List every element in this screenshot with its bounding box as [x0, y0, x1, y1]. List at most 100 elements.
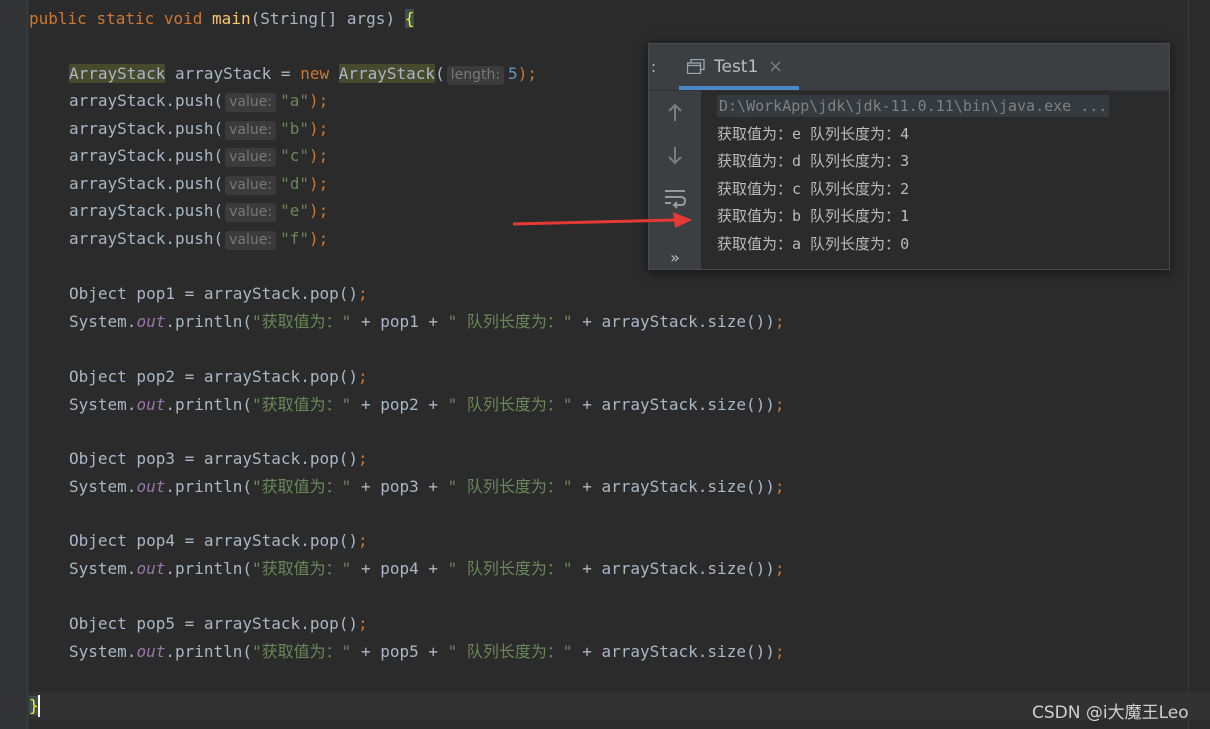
code-line-pop[interactable]: Object pop1 = arrayStack.pop(); — [69, 283, 368, 305]
semicolon: ; — [357, 284, 368, 303]
string-literal: " 队列长度为：" — [447, 559, 573, 578]
console-output-line: 获取值为：d 队列长度为：3 — [717, 152, 910, 170]
string-literal: "获取值为：" — [252, 477, 352, 496]
console-output-line: 获取值为：b 队列长度为：1 — [717, 207, 910, 225]
code-line-push[interactable]: arrayStack.push(value: "b"); — [69, 118, 328, 140]
header-label-fragment: : — [651, 58, 657, 76]
code-line-push[interactable]: arrayStack.push(value: "c"); — [69, 145, 328, 167]
code-line-push[interactable]: arrayStack.push(value: "f"); — [69, 228, 328, 250]
code-line-println[interactable]: System.out.println("获取值为：" + pop3 + " 队列… — [69, 476, 785, 498]
string-literal: "b" — [280, 119, 309, 138]
string-literal: "e" — [280, 201, 309, 220]
keyword-new: new — [300, 64, 330, 83]
up-arrow-icon[interactable] — [663, 101, 687, 125]
semicolon: ; — [357, 449, 368, 468]
keyword-public: public — [29, 9, 87, 28]
code-line-println[interactable]: System.out.println("获取值为：" + pop1 + " 队列… — [69, 311, 785, 333]
system-ref: System. — [69, 395, 137, 414]
paren-open: ( — [435, 64, 445, 83]
println-call: .println( — [165, 477, 253, 496]
string-literal: " 队列长度为：" — [447, 642, 573, 661]
code-line-println[interactable]: System.out.println("获取值为：" + pop2 + " 队列… — [69, 394, 785, 416]
close-icon[interactable]: × — [768, 56, 783, 77]
code-line-push[interactable]: arrayStack.push(value: "e"); — [69, 200, 328, 222]
string-literal: "获取值为：" — [252, 559, 352, 578]
param-hint-value: value: — [225, 93, 277, 112]
param-hint-value: value: — [225, 148, 277, 167]
size-call: + arrayStack.size()) — [572, 477, 775, 496]
string-literal: "获取值为：" — [252, 642, 352, 661]
push-call: arrayStack.push( — [69, 174, 224, 193]
down-arrow-icon[interactable] — [663, 143, 687, 167]
string-literal: " 队列长度为：" — [447, 395, 573, 414]
semicolon: ; — [357, 531, 368, 550]
size-call: + arrayStack.size()) — [572, 559, 775, 578]
code-line-main-signature[interactable]: public static void main(String[] args) { — [29, 8, 415, 30]
right-margin-guide — [1188, 0, 1189, 729]
method-name-main: main — [212, 9, 251, 28]
param-hint-value: value: — [225, 203, 277, 222]
console-output[interactable]: D:\WorkApp\jdk\jdk-11.0.11\bin\java.exe … — [701, 91, 1169, 269]
push-call: arrayStack.push( — [69, 201, 224, 220]
var-arraystack: arrayStack = — [165, 64, 301, 83]
push-close: ); — [309, 119, 329, 138]
code-line-push[interactable]: arrayStack.push(value: "a"); — [69, 90, 328, 112]
concat-var: + pop4 + — [351, 559, 448, 578]
concat-var: + pop2 + — [351, 395, 448, 414]
semicolon: ; — [774, 395, 785, 414]
code-line-pop[interactable]: Object pop4 = arrayStack.pop(); — [69, 530, 368, 552]
string-literal: "获取值为：" — [252, 395, 352, 414]
tab-title: Test1 — [714, 57, 759, 77]
code-line-println[interactable]: System.out.println("获取值为：" + pop5 + " 队列… — [69, 641, 785, 663]
system-ref: System. — [69, 312, 137, 331]
code-line-pop[interactable]: Object pop3 = arrayStack.pop(); — [69, 448, 368, 470]
semicolon: ; — [774, 312, 785, 331]
code-line-println[interactable]: System.out.println("获取值为：" + pop4 + " 队列… — [69, 558, 785, 580]
active-tab-indicator — [679, 86, 799, 90]
pop-declaration: Object pop5 = arrayStack.pop() — [69, 614, 358, 633]
push-close: ); — [309, 201, 329, 220]
code-line-pop[interactable]: Object pop2 = arrayStack.pop(); — [69, 366, 368, 388]
size-call: + arrayStack.size()) — [572, 312, 775, 331]
concat-var: + pop3 + — [351, 477, 448, 496]
csdn-watermark: CSDN @i大魔王Leo — [1032, 703, 1189, 723]
text-cursor — [38, 695, 40, 717]
param-hint-value: value: — [225, 231, 277, 250]
pop-declaration: Object pop3 = arrayStack.pop() — [69, 449, 358, 468]
open-brace: { — [404, 9, 415, 28]
keyword-static: static — [96, 9, 155, 28]
type-arraystack: ArrayStack — [69, 64, 166, 83]
concat-var: + pop1 + — [351, 312, 448, 331]
param-hint-value: value: — [225, 121, 277, 140]
push-close: ); — [309, 91, 329, 110]
push-close: ); — [309, 174, 329, 193]
semicolon: ; — [357, 614, 368, 633]
java-command-path: D:\WorkApp\jdk\jdk-11.0.11\bin\java.exe … — [717, 95, 1110, 117]
println-call: .println( — [165, 312, 253, 331]
more-icon[interactable]: » — [663, 245, 687, 269]
code-line-push[interactable]: arrayStack.push(value: "d"); — [69, 173, 328, 195]
run-panel-header: : Test1 × — [649, 44, 1169, 91]
push-call: arrayStack.push( — [69, 119, 224, 138]
tab-test1[interactable]: Test1 × — [679, 44, 799, 90]
console-output-line: 获取值为：a 队列长度为：0 — [717, 235, 910, 253]
semicolon: ; — [774, 559, 785, 578]
string-literal: "获取值为：" — [252, 312, 352, 331]
push-call: arrayStack.push( — [69, 146, 224, 165]
push-call: arrayStack.push( — [69, 229, 224, 248]
size-call: + arrayStack.size()) — [572, 395, 775, 414]
println-call: .println( — [165, 559, 253, 578]
string-literal: "d" — [280, 174, 309, 193]
run-toolbar: » — [649, 91, 701, 269]
pop-declaration: Object pop4 = arrayStack.pop() — [69, 531, 358, 550]
main-params: (String[] args) — [250, 9, 405, 28]
code-line-declaration[interactable]: ArrayStack arrayStack = new ArrayStack(l… — [69, 63, 537, 85]
string-literal: "a" — [280, 91, 309, 110]
semicolon: ; — [774, 477, 785, 496]
param-hint-value: value: — [225, 176, 277, 195]
push-close: ); — [309, 229, 329, 248]
system-ref: System. — [69, 559, 137, 578]
code-line-pop[interactable]: Object pop5 = arrayStack.pop(); — [69, 613, 368, 635]
run-tool-window[interactable]: : Test1 × » D:\WorkApp\jdk\jdk-11.0.11\b… — [648, 43, 1170, 270]
pop-declaration: Object pop1 = arrayStack.pop() — [69, 284, 358, 303]
